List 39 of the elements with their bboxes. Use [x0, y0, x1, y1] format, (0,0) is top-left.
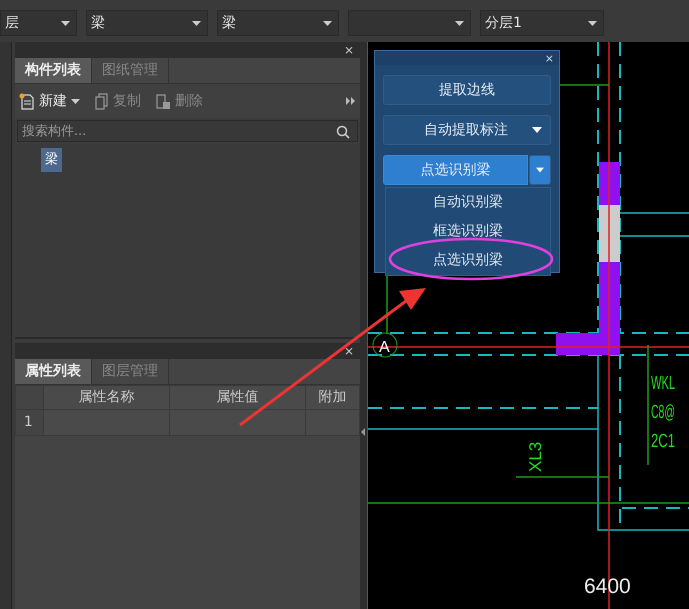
- new-document-icon: [18, 92, 35, 110]
- toolbar-button[interactable]: 新建: [18, 90, 80, 112]
- delete-document-icon: [154, 92, 171, 110]
- beam-annotation: WKL: [650, 373, 689, 394]
- caret-icon: [536, 167, 544, 173]
- caret-icon: [323, 20, 332, 26]
- caret-icon: [588, 20, 597, 26]
- caret-icon: [455, 20, 464, 26]
- close-button[interactable]: ×: [344, 345, 354, 357]
- dropdown[interactable]: 梁: [86, 10, 208, 36]
- caret-icon: [192, 20, 201, 26]
- dropdown-button[interactable]: 自动提取标注: [382, 115, 551, 145]
- menu-item[interactable]: 框选识别梁: [386, 217, 550, 246]
- tab[interactable]: 构件列表: [14, 58, 92, 83]
- dropdown[interactable]: 分层1: [480, 10, 604, 36]
- dropdown[interactable]: 层: [0, 10, 77, 36]
- menu-item[interactable]: 点选识别梁: [386, 246, 550, 275]
- column-header: 附加: [306, 386, 360, 410]
- dropdown-toggle[interactable]: [528, 155, 551, 185]
- beam-annotation: 2C1: [650, 431, 686, 452]
- beam-annotation: C8@: [650, 402, 689, 423]
- copy-icon: [94, 92, 109, 110]
- beam-label: XL3: [526, 442, 545, 472]
- caret-icon: [532, 127, 542, 133]
- close-button[interactable]: ×: [344, 44, 354, 56]
- close-button[interactable]: ×: [544, 51, 554, 65]
- search-field[interactable]: 搜索构件...: [16, 120, 358, 142]
- search-icon: [336, 125, 350, 139]
- dropdown[interactable]: 梁: [217, 10, 339, 36]
- tab[interactable]: 属性列表: [14, 359, 92, 384]
- caret-icon: [61, 20, 70, 26]
- menu-item[interactable]: 自动识别梁: [386, 188, 550, 217]
- column-header: 属性名称: [43, 386, 170, 410]
- row-number: 1: [15, 410, 44, 436]
- expand-icon[interactable]: [346, 97, 356, 105]
- column-header: 属性值: [169, 386, 306, 410]
- dialog-button[interactable]: 提取边线: [382, 75, 551, 105]
- tree-item[interactable]: 梁: [40, 148, 62, 172]
- dialog-button[interactable]: 点选识别梁: [382, 155, 528, 185]
